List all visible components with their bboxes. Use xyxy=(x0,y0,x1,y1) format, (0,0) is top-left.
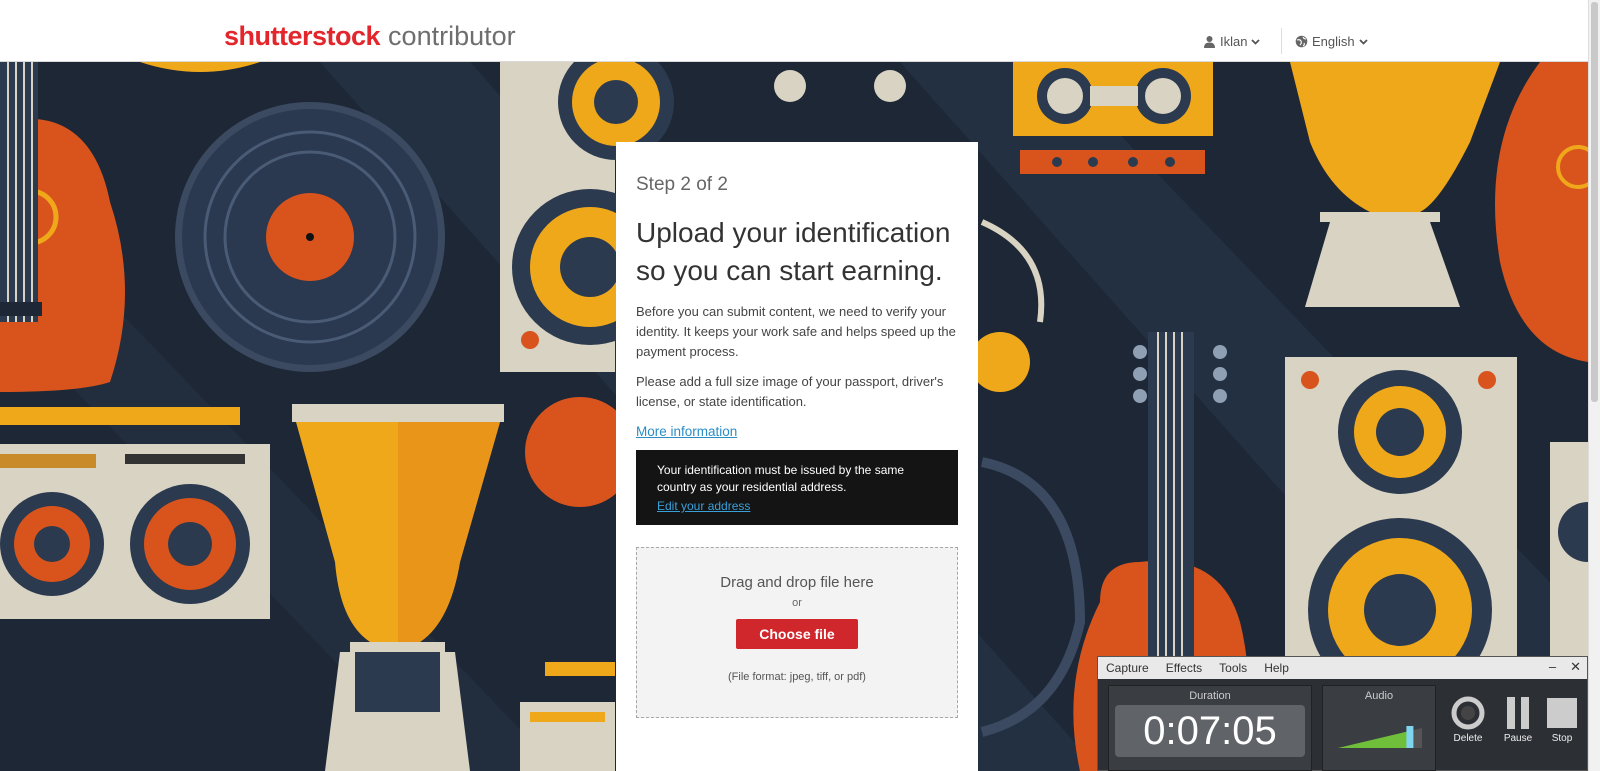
logo-sub-text: contributor xyxy=(388,21,516,51)
recorder-body: Duration 0:07:05 Audio Delete Pause Stop xyxy=(1108,685,1584,771)
intro-text: Before you can submit content, we need t… xyxy=(636,304,956,359)
identification-upload-card: Step 2 of 2 Upload your identification s… xyxy=(616,142,978,771)
instruction-text: Please add a full size image of your pas… xyxy=(636,374,944,409)
cassette-tape-illustration xyxy=(1013,62,1213,174)
recorder-menu-bar: Capture Effects Tools Help – ✕ xyxy=(1098,657,1587,679)
duration-time: 0:07:05 xyxy=(1115,705,1305,757)
choose-file-button[interactable]: Choose file xyxy=(736,619,858,649)
menu-help[interactable]: Help xyxy=(1264,661,1289,675)
file-format-text: (File format: jpeg, tiff, or pdf) xyxy=(728,671,866,683)
audio-panel: Audio xyxy=(1322,685,1436,771)
or-text: or xyxy=(792,597,802,609)
delete-button[interactable]: Delete xyxy=(1446,693,1490,744)
scrollbar-thumb[interactable] xyxy=(1591,2,1598,402)
user-icon xyxy=(1204,36,1215,48)
notice-text: Your identification must be issued by th… xyxy=(657,463,905,494)
site-header: shutterstock contributor Iklan English xyxy=(0,0,1600,62)
audio-level-slider[interactable] xyxy=(1330,708,1430,758)
page-title: Upload your identification so you can st… xyxy=(636,217,951,286)
delete-label: Delete xyxy=(1453,733,1483,744)
delete-icon xyxy=(1451,696,1485,730)
menu-effects[interactable]: Effects xyxy=(1166,661,1202,675)
guitar-left-illustration xyxy=(0,62,125,392)
address-notice-box: Your identification must be issued by th… xyxy=(636,450,958,525)
recorder-window-controls: – ✕ xyxy=(1549,659,1581,675)
pause-label: Pause xyxy=(1503,733,1533,744)
language-label: English xyxy=(1312,34,1355,49)
user-name: Iklan xyxy=(1220,34,1248,49)
close-button[interactable]: ✕ xyxy=(1570,659,1581,675)
globe-icon xyxy=(1295,35,1308,48)
user-menu[interactable]: Iklan xyxy=(1203,34,1261,49)
minimize-button[interactable]: – xyxy=(1549,659,1556,675)
stop-icon xyxy=(1547,698,1577,728)
menu-tools[interactable]: Tools xyxy=(1219,661,1247,675)
chevron-down-icon xyxy=(1359,38,1368,45)
audio-slider-handle xyxy=(1406,726,1414,748)
pause-button[interactable]: Pause xyxy=(1496,693,1540,744)
drag-drop-text: Drag and drop file here xyxy=(720,574,874,591)
shutterstock-contributor-logo[interactable]: shutterstock contributor xyxy=(224,20,516,52)
vinyl-record-illustration xyxy=(175,102,445,372)
edit-address-link[interactable]: Edit your address xyxy=(657,498,750,515)
pause-icon xyxy=(1507,697,1529,729)
stop-button[interactable]: Stop xyxy=(1540,693,1584,744)
header-divider xyxy=(1281,28,1282,54)
file-drop-zone[interactable]: Drag and drop file here or Choose file (… xyxy=(636,547,958,718)
page-scrollbar[interactable] xyxy=(1588,0,1600,771)
duration-label: Duration xyxy=(1189,690,1231,702)
step-indicator: Step 2 of 2 xyxy=(636,174,728,195)
screen-recorder-widget: Capture Effects Tools Help – ✕ Duration … xyxy=(1097,656,1588,771)
audio-label: Audio xyxy=(1364,690,1394,702)
more-information-link[interactable]: More information xyxy=(636,424,737,439)
stop-label: Stop xyxy=(1551,733,1573,744)
menu-capture[interactable]: Capture xyxy=(1106,661,1149,675)
duration-panel: Duration 0:07:05 xyxy=(1108,685,1312,771)
language-menu[interactable]: English xyxy=(1295,34,1368,49)
logo-brand-text: shutterstock xyxy=(224,21,381,51)
chevron-down-icon xyxy=(1251,38,1261,45)
djembe-drum-right-illustration xyxy=(1290,62,1500,307)
